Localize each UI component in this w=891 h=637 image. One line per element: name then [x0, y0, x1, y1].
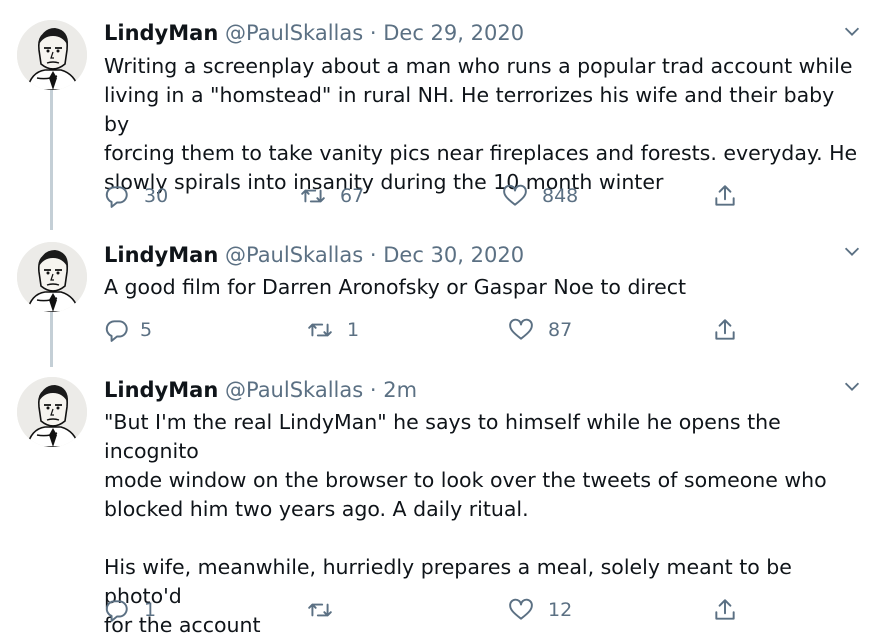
- tweet[interactable]: LindyMan @PaulSkallas · 2m "But I'm the …: [0, 0, 891, 637]
- chevron-down-icon[interactable]: [841, 375, 863, 397]
- display-name[interactable]: LindyMan: [104, 378, 218, 402]
- tweet-header: LindyMan @PaulSkallas · 2m: [104, 377, 417, 403]
- tweet-actions: 1 12: [104, 595, 744, 625]
- retweet-button[interactable]: [307, 595, 347, 625]
- reply-button[interactable]: 1: [104, 595, 156, 625]
- separator: ·: [369, 378, 377, 402]
- like-count: 12: [548, 599, 573, 621]
- share-button[interactable]: [712, 595, 738, 625]
- avatar[interactable]: [17, 377, 87, 447]
- retweet-icon: [308, 603, 332, 617]
- reply-count: 1: [144, 599, 157, 621]
- like-button[interactable]: 12: [508, 595, 572, 625]
- reply-icon: [105, 600, 128, 622]
- handle[interactable]: @PaulSkallas: [225, 378, 363, 402]
- share-icon: [715, 599, 735, 620]
- like-icon: [509, 598, 533, 620]
- timestamp[interactable]: 2m: [383, 378, 417, 402]
